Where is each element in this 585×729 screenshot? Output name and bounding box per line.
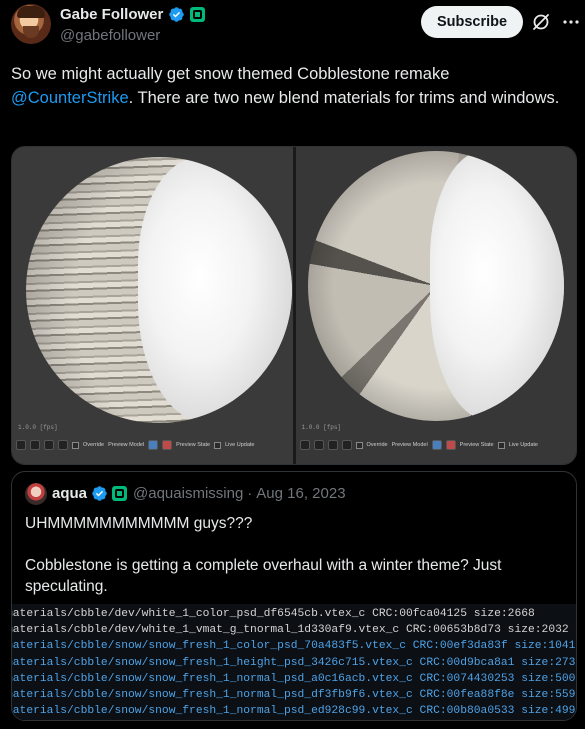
preview-toolbar: 1.0.0 [fps] Override Preview Model Previ… xyxy=(296,420,577,464)
preview-status: 1.0.0 [fps] xyxy=(18,424,58,431)
code-log-line: materials/cbble/dev/white_1_color_psd_df… xyxy=(11,608,535,620)
material-preview-left[interactable]: 1.0.0 [fps] Override Preview Model Previ… xyxy=(12,147,293,464)
code-log-line: materials/ceiling/hr_c/hr_ceiling_001_ao… xyxy=(12,719,576,720)
code-log-line: materials/cbble/snow/snow_fresh_1_normal… xyxy=(11,705,577,718)
snow-blend-region xyxy=(137,157,292,423)
quoted-text-line-2: Cobblestone is getting a complete overha… xyxy=(25,557,502,595)
code-log-line: materials/cbble/snow/snow_fresh_1_color_… xyxy=(11,640,577,653)
pause-button[interactable] xyxy=(313,440,324,450)
affiliate-badge-icon xyxy=(112,486,128,501)
live-update-checkbox[interactable] xyxy=(497,441,505,449)
author-display-name[interactable]: Gabe Follower xyxy=(60,6,163,23)
meta-separator: · xyxy=(247,485,253,502)
grok-icon[interactable] xyxy=(531,12,551,32)
quoted-handle[interactable]: @aquaismissing xyxy=(133,485,243,502)
cube-model-icon[interactable] xyxy=(445,440,456,450)
avatar-beard xyxy=(23,26,39,38)
affiliate-badge-icon xyxy=(190,7,206,22)
tweet-text: So we might actually get snow themed Cob… xyxy=(11,62,571,110)
mention-link[interactable]: @CounterStrike xyxy=(11,89,129,107)
preview-toolbar-row: Override Preview Model Preview State Liv… xyxy=(299,438,573,452)
override-label: Override xyxy=(366,442,388,448)
material-preview-right[interactable]: 1.0.0 [fps] Override Preview Model Previ… xyxy=(295,147,577,464)
tweet-text-before: So we might actually get snow themed Cob… xyxy=(11,65,450,83)
override-checkbox[interactable] xyxy=(72,441,79,449)
author-name-row: Gabe Follower xyxy=(60,6,206,23)
quoted-author-avatar[interactable] xyxy=(25,483,47,505)
preview-model-label[interactable]: Preview Model xyxy=(108,442,144,448)
quoted-tweet-header: aqua @aquaismissing · Aug 16, 2023 xyxy=(52,485,346,502)
preview-toolbar: 1.0.0 [fps] Override Preview Model Previ… xyxy=(12,420,293,464)
tweet-media[interactable]: 1.0.0 [fps] Override Preview Model Previ… xyxy=(11,146,577,465)
snow-blend-region xyxy=(430,151,564,421)
override-label: Override xyxy=(83,442,105,448)
code-log-line: materials/cbble/snow/snow_fresh_1_height… xyxy=(11,656,577,669)
author-avatar[interactable] xyxy=(11,4,51,44)
stop-button[interactable] xyxy=(327,440,338,450)
avatar-hair xyxy=(17,6,45,18)
quoted-media-code-log[interactable]: materials/cbble/dev/white_1_color_psd_df… xyxy=(11,604,577,720)
verified-badge-icon xyxy=(169,7,185,22)
live-update-label: Live Update xyxy=(508,442,538,448)
stop-button[interactable] xyxy=(44,440,54,450)
quoted-tweet-text: UHMMMMMMMMMMM guys??? Cobblestone is get… xyxy=(25,513,565,618)
subscribe-button[interactable]: Subscribe xyxy=(421,6,523,38)
sphere-model-icon[interactable] xyxy=(148,440,159,450)
live-update-checkbox[interactable] xyxy=(214,441,222,449)
cube-model-icon[interactable] xyxy=(162,440,173,450)
author-handle[interactable]: @gabefollower xyxy=(60,27,160,44)
code-log-line: materials/cbble/snow/snow_fresh_1_normal… xyxy=(11,689,577,702)
preview-toolbar-row: Override Preview Model Preview State Liv… xyxy=(16,438,289,452)
info-button[interactable] xyxy=(58,440,68,450)
pause-button[interactable] xyxy=(30,440,40,450)
preview-state-label[interactable]: Preview State xyxy=(176,442,210,448)
verified-badge-icon xyxy=(92,486,107,501)
play-button[interactable] xyxy=(299,440,310,450)
quoted-date[interactable]: Aug 16, 2023 xyxy=(256,485,345,502)
tweet-text-after: . There are two new blend materials for … xyxy=(128,89,560,107)
preview-state-label[interactable]: Preview State xyxy=(460,442,494,448)
tweet-header: Gabe Follower @gabefollower Subscribe xyxy=(0,0,585,58)
material-sphere-window xyxy=(307,151,564,421)
quoted-tweet[interactable]: aqua @aquaismissing · Aug 16, 2023 UHMMM… xyxy=(11,471,577,721)
material-sphere-trim xyxy=(26,157,292,423)
play-button[interactable] xyxy=(16,440,26,450)
override-checkbox[interactable] xyxy=(355,441,363,449)
more-icon[interactable] xyxy=(561,12,581,32)
live-update-label: Live Update xyxy=(225,442,255,448)
quoted-text-line-1: UHMMMMMMMMMMM guys??? xyxy=(25,515,253,532)
quoted-display-name[interactable]: aqua xyxy=(52,485,87,502)
code-log-line: materials/cbble/dev/white_1_vmat_g_tnorm… xyxy=(11,624,569,637)
code-log-line: materials/cbble/snow/snow_fresh_1_normal… xyxy=(11,672,577,685)
preview-model-label[interactable]: Preview Model xyxy=(392,442,428,448)
info-button[interactable] xyxy=(341,440,352,450)
sphere-model-icon[interactable] xyxy=(431,440,442,450)
preview-status: 1.0.0 [fps] xyxy=(301,424,342,431)
